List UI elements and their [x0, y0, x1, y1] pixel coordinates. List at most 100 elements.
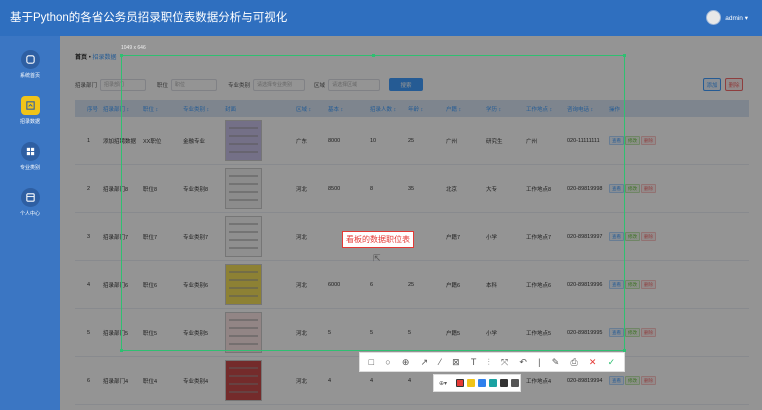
table-cell: 专业类别6	[183, 282, 209, 289]
delete-button[interactable]: 删除	[641, 232, 656, 241]
table-cell: 020-89819994	[567, 377, 603, 384]
text-annotation[interactable]: 看板的数据职位表	[342, 231, 414, 248]
data-icon	[20, 96, 40, 115]
undo-icon[interactable]: ↶	[519, 357, 527, 368]
dept-input[interactable]: 招录部门	[100, 78, 147, 91]
ellipse-tool-icon[interactable]: ○	[385, 357, 390, 367]
marker-tool-icon[interactable]: ⊕	[402, 357, 410, 368]
pen-tool-icon[interactable]: ⁄	[439, 357, 441, 367]
expand-tool-icon[interactable]: ⤧	[501, 357, 508, 368]
color-swatch[interactable]	[478, 379, 487, 387]
view-button[interactable]: 查看	[609, 280, 624, 289]
add-button[interactable]: 添加	[703, 78, 721, 91]
delete-button[interactable]: 删除	[641, 136, 656, 145]
edit-icon[interactable]: ✎	[552, 357, 560, 368]
color-swatch[interactable]	[456, 379, 465, 387]
cover-thumbnail	[221, 360, 292, 401]
color-swatch[interactable]	[511, 379, 520, 387]
col-header[interactable]: 招录部门 ↕	[99, 105, 139, 113]
edit-button[interactable]: 修改	[625, 280, 640, 289]
delete-button[interactable]: 删除	[641, 376, 656, 385]
view-button[interactable]: 查看	[609, 232, 624, 241]
edit-button[interactable]: 修改	[625, 184, 640, 193]
cancel-icon[interactable]: ✕	[589, 357, 597, 368]
text-tool-icon[interactable]: T	[471, 357, 477, 367]
table-cell: 河北	[296, 186, 308, 193]
breadcrumb-home[interactable]: 首页	[75, 55, 87, 61]
table-cell: 招录部门7	[103, 234, 129, 241]
sidebar-item-label: 专业类别	[19, 165, 40, 171]
top-bar: 基于Python的各省公务员招录职位表数据分析与可视化 admin ▾	[0, 0, 762, 36]
table-cell: 10	[370, 137, 377, 144]
delete-button[interactable]: 删除	[641, 184, 656, 193]
table-cell: 5	[87, 329, 91, 336]
save-icon[interactable]: ⎙	[570, 357, 577, 368]
sidebar-item-label: 个人中心	[19, 211, 40, 217]
table-cell: 工作地点6	[526, 282, 552, 289]
rectangle-tool-icon[interactable]: □	[369, 357, 374, 367]
edit-button[interactable]: 修改	[625, 232, 640, 241]
row-actions: 查看 修改 删除	[605, 184, 675, 193]
col-header[interactable]: 工作地点 ↕	[522, 105, 563, 113]
row-actions: 查看 修改 删除	[605, 328, 675, 337]
color-palette: ⊕▾	[433, 374, 521, 392]
sidebar-item-data[interactable]: 招录数据	[0, 96, 60, 125]
arrow-tool-icon[interactable]: ↗	[421, 357, 429, 368]
table-cell: 户籍7	[446, 234, 461, 241]
pen-size-dropdown[interactable]: ⊕▾	[439, 380, 447, 387]
sidebar-item-major[interactable]: 专业类别	[0, 142, 60, 171]
col-header[interactable]: 专业类别 ↕	[179, 105, 221, 113]
batch-delete-button[interactable]: 删除	[725, 78, 743, 91]
sidebar-item-profile[interactable]: 个人中心	[0, 188, 60, 217]
delete-button[interactable]: 删除	[641, 280, 656, 289]
col-header[interactable]: 户籍 ↕	[442, 105, 482, 113]
table-cell: 6000	[328, 281, 341, 288]
table-cell: 添加招聘数据	[103, 138, 137, 145]
col-header[interactable]: 招录人数 ↕	[366, 105, 404, 113]
col-header[interactable]: 咨询电话 ↕	[563, 105, 605, 113]
area-select[interactable]: 请选择区域	[328, 78, 381, 91]
color-swatch[interactable]	[489, 379, 498, 387]
delete-button[interactable]: 删除	[641, 328, 656, 337]
mosaic-tool-icon[interactable]: ⊠	[452, 357, 460, 368]
table-cell: 5	[408, 329, 412, 336]
sidebar-item-home[interactable]: 系统首页	[0, 50, 60, 79]
number-tool-icon[interactable]: ⫶	[488, 357, 490, 368]
col-header[interactable]: 区域 ↕	[292, 105, 324, 113]
view-button[interactable]: 查看	[609, 184, 624, 193]
cover-thumbnail	[221, 312, 292, 353]
filter-bar: 招录部门 招录部门 职位 职位 专业类别 请选择专业类别 区域 请选择区域 搜索	[75, 78, 424, 91]
grid-icon	[20, 142, 40, 161]
edit-button[interactable]: 修改	[625, 328, 640, 337]
breadcrumb-separator: •	[88, 55, 91, 61]
cover-thumbnail	[221, 168, 292, 209]
dept-label: 招录部门	[75, 82, 98, 89]
table-cell: 小学	[486, 234, 498, 241]
col-header[interactable]: 学历 ↕	[482, 105, 522, 113]
table-cell: 河北	[296, 378, 308, 385]
table-cell: 专业类别5	[183, 330, 209, 337]
color-swatch[interactable]	[467, 379, 476, 387]
poster-image	[225, 312, 262, 353]
row-actions: 查看 修改 删除	[605, 280, 675, 289]
row-actions: 查看 修改 删除	[605, 136, 675, 145]
view-button[interactable]: 查看	[609, 328, 624, 337]
table-cell: 职位4	[143, 378, 158, 385]
table-cell: 020-89819996	[567, 281, 603, 288]
col-header[interactable]: 基本 ↕	[324, 105, 366, 113]
color-swatch[interactable]	[500, 379, 509, 387]
confirm-icon[interactable]: ✓	[608, 357, 616, 368]
edit-button[interactable]: 修改	[625, 376, 640, 385]
table-cell: 020-11111111	[567, 137, 600, 144]
col-header[interactable]: 职位 ↕	[139, 105, 179, 113]
edit-button[interactable]: 修改	[625, 136, 640, 145]
major-select[interactable]: 请选择专业类别	[253, 78, 306, 91]
view-button[interactable]: 查看	[609, 136, 624, 145]
position-input[interactable]: 职位	[171, 78, 218, 91]
col-header[interactable]: 年龄 ↕	[404, 105, 442, 113]
major-label: 专业类别	[228, 82, 251, 89]
view-button[interactable]: 查看	[609, 376, 624, 385]
user-menu[interactable]: admin ▾	[706, 10, 748, 25]
table-cell: 工作地点7	[526, 234, 552, 241]
search-button[interactable]: 搜索	[389, 78, 424, 91]
